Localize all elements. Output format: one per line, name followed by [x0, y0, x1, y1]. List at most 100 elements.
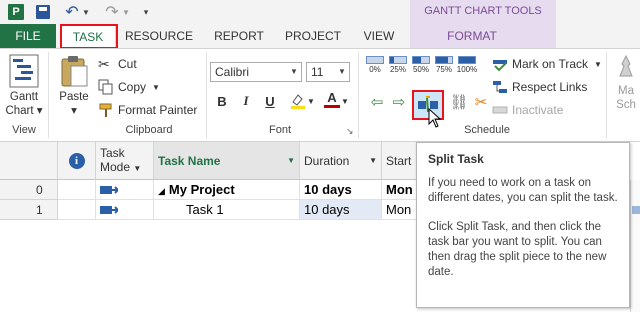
percent-25-label: 25%: [389, 65, 406, 74]
group-divider: [358, 52, 359, 138]
unlink-tasks-icon[interactable]: ✂: [470, 92, 492, 112]
paste-button[interactable]: Paste ▾: [54, 54, 94, 118]
clipboard-group-label: Clipboard: [125, 124, 173, 136]
task-mode-header[interactable]: Task Mode ▼: [96, 142, 154, 180]
italic-button[interactable]: I: [236, 91, 256, 111]
font-color-dropdown-icon[interactable]: ▼: [340, 91, 350, 111]
format-painter-icon: [98, 102, 114, 118]
format-painter-button[interactable]: Format Painter: [98, 100, 197, 120]
task-mode-cell[interactable]: [96, 200, 154, 220]
task-tab-highlight: [60, 24, 118, 49]
row-number[interactable]: 0: [0, 180, 58, 200]
task-mode-filter-icon[interactable]: ▼: [133, 164, 141, 173]
pin-icon: [619, 54, 633, 77]
gantt-chart-button[interactable]: Gantt Chart ▾: [4, 54, 44, 118]
inactivate-button[interactable]: Inactivate: [492, 100, 563, 120]
task-mode-header-label-2: Mode ▼: [100, 159, 142, 174]
link-tasks-icon[interactable]: ⛓: [448, 92, 470, 112]
row-number[interactable]: 1: [0, 200, 58, 220]
undo-icon[interactable]: ↶: [64, 3, 80, 21]
save-icon[interactable]: [36, 5, 50, 19]
gantt-chart-icon: [9, 54, 39, 88]
tab-file[interactable]: FILE: [0, 24, 56, 48]
duration-header[interactable]: Duration ▼: [300, 142, 382, 180]
duration-filter-icon[interactable]: ▼: [369, 156, 377, 165]
undo-dropdown-icon[interactable]: ▼: [82, 3, 90, 21]
percent-100-button[interactable]: 100%: [456, 56, 478, 74]
percent-0-button[interactable]: 0%: [364, 56, 386, 74]
percent-75-label: 75%: [435, 65, 452, 74]
view-group-label: View: [12, 124, 36, 136]
cut-icon: ✂: [98, 56, 110, 72]
task-mode-header-label-1: Task: [100, 145, 125, 160]
task-name-cell[interactable]: ◢ My Project: [154, 180, 300, 200]
cut-button[interactable]: ✂ Cut: [98, 54, 137, 74]
copy-label: Copy: [118, 80, 147, 94]
respect-links-button[interactable]: Respect Links: [492, 77, 587, 97]
task-name-header-label: Task Name: [158, 153, 221, 168]
context-tab-title: GANTT CHART TOOLS: [424, 5, 542, 17]
mark-on-track-dropdown-icon[interactable]: ▼: [594, 60, 602, 69]
respect-links-icon: [492, 79, 508, 95]
auto-scheduled-icon: [100, 186, 118, 194]
paste-dropdown-icon[interactable]: ▾: [71, 104, 77, 118]
percent-bar-icon: [366, 56, 384, 64]
indent-task-icon[interactable]: ⇨: [388, 92, 410, 112]
font-color-letter: A: [327, 89, 337, 105]
project-app-icon: P: [8, 4, 24, 20]
tooltip-paragraph-2: Click Split Task, and then click the tas…: [428, 221, 607, 278]
tab-view[interactable]: VIEW: [356, 24, 402, 48]
font-name-combo[interactable]: Calibri ▼: [210, 62, 302, 82]
tab-format[interactable]: FORMAT: [440, 24, 504, 48]
copy-dropdown-icon[interactable]: ▼: [152, 83, 160, 92]
inactivate-icon: [492, 102, 508, 118]
font-color-button[interactable]: A: [322, 89, 342, 109]
font-size-combo[interactable]: 11 ▼: [306, 62, 350, 82]
percent-50-button[interactable]: 50%: [410, 56, 432, 74]
percent-50-label: 50%: [412, 65, 429, 74]
mark-on-track-icon: [492, 56, 508, 72]
gantt-bar[interactable]: [632, 206, 640, 214]
font-group-label: Font: [268, 124, 291, 136]
collapse-triangle-icon[interactable]: ◢: [158, 186, 165, 196]
highlight-icon: [291, 94, 305, 109]
schedule-group-label: Schedule: [464, 124, 510, 136]
task-name-header[interactable]: Task Name ▼: [154, 142, 300, 180]
percent-bar-icon: [389, 56, 407, 64]
task-mode-cell[interactable]: [96, 180, 154, 200]
font-dialog-launcher-icon[interactable]: ↘: [346, 126, 354, 137]
outdent-task-icon[interactable]: ⇦: [366, 92, 388, 112]
redo-dropdown-icon[interactable]: ▼: [122, 3, 130, 21]
underline-button[interactable]: U: [260, 91, 280, 111]
highlight-color-button[interactable]: [288, 91, 308, 111]
task-name-filter-icon[interactable]: ▼: [287, 156, 295, 165]
select-all-header[interactable]: [0, 142, 58, 180]
manually-schedule-button[interactable]: Ma Sch: [612, 54, 640, 112]
task-name-cell[interactable]: Task 1: [154, 200, 300, 220]
tab-report[interactable]: REPORT: [206, 24, 272, 48]
group-divider: [606, 52, 607, 138]
copy-icon: [98, 79, 114, 95]
duration-cell[interactable]: 10 days: [300, 180, 382, 200]
duration-cell[interactable]: 10 days: [300, 200, 382, 220]
copy-button[interactable]: Copy ▼: [98, 77, 160, 97]
indicators-header: i: [58, 142, 96, 180]
paste-label: Paste: [59, 91, 89, 103]
percent-0-label: 0%: [369, 65, 381, 74]
percent-25-button[interactable]: 25%: [387, 56, 409, 74]
mark-on-track-button[interactable]: Mark on Track ▼: [492, 54, 602, 74]
font-size-dropdown-icon[interactable]: ▼: [335, 63, 349, 81]
bold-button[interactable]: B: [212, 91, 232, 111]
font-name-dropdown-icon[interactable]: ▼: [287, 63, 301, 81]
tab-project[interactable]: PROJECT: [278, 24, 348, 48]
customize-toolbar-icon[interactable]: ▾: [140, 3, 152, 21]
mark-on-track-label: Mark on Track: [512, 57, 589, 71]
inactivate-label: Inactivate: [512, 103, 564, 117]
tab-resource[interactable]: RESOURCE: [120, 24, 198, 48]
percent-bar-icon: [458, 56, 476, 64]
percent-bar-icon: [435, 56, 453, 64]
percent-75-button[interactable]: 75%: [433, 56, 455, 74]
highlight-dropdown-icon[interactable]: ▼: [306, 91, 316, 111]
redo-icon[interactable]: ↷: [104, 3, 120, 21]
gantt-chart-area[interactable]: [630, 180, 640, 312]
